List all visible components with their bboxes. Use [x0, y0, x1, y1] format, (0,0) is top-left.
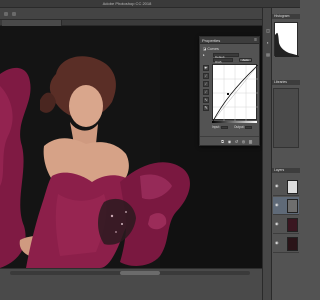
- hand-target-icon[interactable]: ☛: [203, 65, 209, 71]
- history-icon[interactable]: ◫: [265, 28, 271, 34]
- output-field[interactable]: [245, 125, 253, 129]
- curve-pencil-icon[interactable]: ∿: [203, 97, 209, 103]
- layer-row[interactable]: ◉: [273, 216, 299, 234]
- delete-icon[interactable]: ▥: [248, 139, 253, 144]
- eyedropper-black-icon[interactable]: ⁄: [203, 73, 209, 79]
- status-bar: [0, 268, 262, 300]
- eyedropper-white-icon[interactable]: ⁄: [203, 89, 209, 95]
- input-label: Input:: [212, 125, 220, 129]
- layers-panel: Layers ◉ ◉ ◉ ◉: [272, 168, 300, 300]
- output-label: Output:: [234, 125, 245, 129]
- panel-menu-icon[interactable]: ≡: [254, 37, 257, 43]
- libraries-panel: [273, 88, 299, 148]
- reset-icon[interactable]: ↺: [234, 139, 239, 144]
- title-bar: Adobe Photoshop CC 2018: [0, 0, 300, 8]
- eye-icon[interactable]: ◉: [275, 221, 279, 226]
- layer-row[interactable]: ◉: [273, 178, 299, 196]
- preset-label: ▸: [203, 53, 205, 57]
- tool-preset-icon[interactable]: [4, 12, 8, 16]
- curves-tools: ☛ ⁄ ⁄ ⁄ ∿ ✎: [203, 65, 210, 113]
- histogram-tab[interactable]: Histogram: [272, 14, 300, 19]
- visibility-icon[interactable]: ◎: [241, 139, 246, 144]
- input-gradient: [212, 121, 257, 123]
- options-bar: [0, 8, 262, 20]
- options-icon[interactable]: [12, 12, 16, 16]
- properties-tab[interactable]: Properties: [202, 38, 220, 43]
- horizontal-scrollbar[interactable]: [10, 271, 250, 275]
- preset-select[interactable]: Default: [213, 53, 239, 59]
- layer-thumbnail: [287, 237, 298, 251]
- clip-to-layer-icon[interactable]: ⧉: [220, 139, 225, 144]
- eye-icon[interactable]: ◉: [275, 183, 279, 188]
- scrollbar-thumb[interactable]: [120, 271, 160, 275]
- panel-icon-strip: ◫ ◐ ▤: [262, 8, 272, 300]
- layer-thumbnail: [287, 218, 298, 232]
- window-title: Adobe Photoshop CC 2018: [102, 1, 152, 6]
- properties-footer: ⧉ ◉ ↺ ◎ ▥: [200, 136, 259, 145]
- curves-label: Curves: [207, 47, 219, 51]
- curves-graph[interactable]: [212, 64, 259, 122]
- auto-button[interactable]: Auto: [239, 58, 252, 62]
- right-dock: Histogram Libraries Layers ◉ ◉ ◉ ◉: [272, 8, 300, 300]
- output-readout: Output:: [234, 125, 253, 129]
- eye-icon[interactable]: ◉: [275, 240, 279, 245]
- view-previous-icon[interactable]: ◉: [227, 139, 232, 144]
- properties-icon[interactable]: ▤: [265, 52, 271, 58]
- eyedropper-gray-icon[interactable]: ⁄: [203, 81, 209, 87]
- layer-row[interactable]: ◉: [273, 197, 299, 215]
- layer-thumbnail: [287, 180, 298, 194]
- eye-icon[interactable]: ◉: [275, 202, 279, 207]
- curves-header: ◪ Curves: [203, 47, 219, 51]
- smooth-icon[interactable]: ✎: [203, 105, 209, 111]
- libraries-tab[interactable]: Libraries: [272, 80, 300, 85]
- adjustments-icon[interactable]: ◐: [265, 40, 271, 46]
- histogram-graph: [274, 22, 299, 57]
- input-field[interactable]: [220, 125, 228, 129]
- channel-select[interactable]: RGB: [213, 58, 233, 64]
- layer-row[interactable]: ◉: [273, 235, 299, 253]
- input-readout: Input:: [212, 125, 228, 129]
- layer-thumbnail: [287, 199, 298, 213]
- layers-tab[interactable]: Layers: [272, 168, 300, 173]
- properties-panel: Properties ≡ ◪ Curves ▸ Default RGB Auto…: [199, 36, 260, 146]
- properties-panel-header: Properties ≡: [200, 37, 259, 44]
